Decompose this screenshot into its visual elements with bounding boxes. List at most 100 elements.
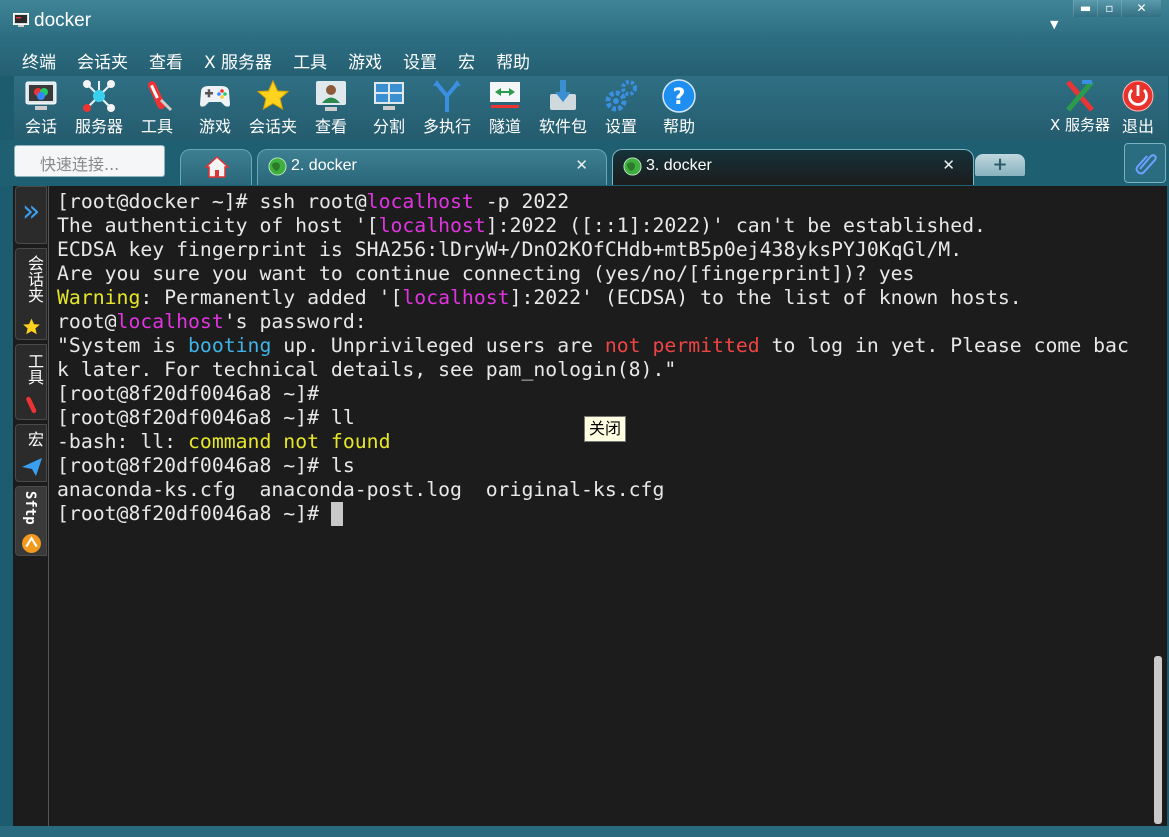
terminal-text: [root@8f20df0046a8 ~]# ll (57, 406, 355, 429)
close-window-button[interactable]: ✕ (1121, 0, 1161, 17)
toolbar-multiexec-button[interactable]: 多执行 (417, 78, 477, 140)
toolbar-tunnel-button[interactable]: 隧道 (475, 78, 535, 140)
close-tab-button[interactable]: ✕ (575, 156, 588, 174)
terminal-line: Warning: Permanently added '[localhost]:… (57, 286, 1129, 310)
sidebar-tab-sftp[interactable]: Sftp (15, 486, 47, 556)
menu-games[interactable]: 游戏 (348, 48, 382, 73)
terminal-line: The authenticity of host '[localhost]:20… (57, 214, 1129, 238)
terminal-scrollbar[interactable] (1151, 186, 1167, 826)
new-tab-button[interactable]: + (975, 154, 1025, 176)
paper-plane-icon (22, 458, 42, 476)
tab-label: 3. docker (646, 157, 712, 174)
multiexec-icon (433, 80, 461, 112)
terminal-text: Warning (57, 286, 141, 309)
gamepad-icon (200, 86, 230, 107)
terminal-text: [root@docker ~]# ssh root@ (57, 190, 367, 213)
toolbar-tools-button[interactable]: 工具 (127, 78, 187, 140)
terminal-line: [root@8f20df0046a8 ~]# (57, 382, 1129, 406)
attach-button[interactable] (1124, 143, 1166, 183)
session-icon (25, 81, 57, 110)
menu-view[interactable]: 查看 (149, 48, 183, 73)
terminal-text: localhost (378, 214, 486, 237)
app-icon (13, 13, 29, 27)
menu-terminal[interactable]: 终端 (22, 48, 56, 73)
toolbar-servers-button[interactable]: 服务器 (69, 78, 129, 140)
side-panel: » 会话夹 工具 宏 Sftp (13, 186, 49, 826)
terminal-text: -p 2022 (473, 190, 570, 213)
menu-settings[interactable]: 设置 (403, 48, 437, 73)
terminal-text: localhost (116, 310, 224, 333)
tunnel-icon (490, 82, 520, 108)
terminal-line: ECDSA key fingerprint is SHA256:lDryW+/D… (57, 238, 1129, 262)
quick-connect-input[interactable]: 快速连接... (14, 145, 165, 177)
menu-tools[interactable]: 工具 (293, 48, 327, 73)
toolbar-exit-button[interactable]: 退出 (1108, 78, 1168, 140)
tab-home[interactable] (180, 149, 252, 185)
terminal-text: root@ (57, 310, 117, 333)
terminal-text: up. Unprivileged users are (271, 334, 605, 357)
terminal-line: k later. For technical details, see pam_… (57, 358, 1129, 382)
terminal-text: to log in yet. Please come bac (759, 334, 1129, 357)
split-icon (374, 82, 404, 110)
terminal-line: "System is booting up. Unprivileged user… (57, 334, 1129, 358)
terminal-line: Are you sure you want to continue connec… (57, 262, 1129, 286)
toolbar-settings-button[interactable]: 设置 (591, 78, 651, 140)
help-icon: ? (662, 79, 696, 113)
terminal-line: root@localhost's password: (57, 310, 1129, 334)
terminal-text: Are you sure you want to continue connec… (57, 262, 915, 285)
double-chevron-right-icon: » (22, 194, 41, 229)
scrollbar-thumb[interactable] (1154, 656, 1162, 824)
toolbar-session-button[interactable]: 会话 (11, 78, 71, 140)
toolbar-packages-button[interactable]: 软件包 (533, 78, 593, 140)
menu-bar: 终端 会话夹 查看 X 服务器 工具 游戏 设置 宏 帮助 (0, 44, 1169, 76)
tools-icon (26, 396, 37, 414)
close-tab-button[interactable]: ✕ (942, 156, 955, 174)
toolbar-games-button[interactable]: 游戏 (185, 78, 245, 140)
globe-icon (623, 157, 642, 176)
power-icon (1122, 80, 1154, 112)
sidebar-tab-tools[interactable]: 工具 (15, 344, 47, 420)
terminal-text: -bash: ll: (57, 430, 189, 453)
terminal-text: [root@8f20df0046a8 ~]# ls (57, 454, 355, 477)
toolbar-sessions-folder-button[interactable]: 会话夹 (243, 78, 303, 140)
minimize-button[interactable]: ▬ (1073, 0, 1097, 17)
window-bottom-border (0, 826, 1169, 837)
view-icon (316, 81, 346, 111)
star-icon (23, 318, 40, 335)
terminal-text: localhost (366, 190, 474, 213)
toolbar-view-button[interactable]: 查看 (301, 78, 361, 140)
home-icon (205, 156, 229, 178)
tools-icon (147, 81, 173, 112)
menu-sessions[interactable]: 会话夹 (77, 48, 128, 73)
terminal-text: [root@8f20df0046a8 ~]# (57, 382, 320, 405)
chevron-down-icon[interactable]: ▼ (1050, 18, 1058, 31)
menu-macros[interactable]: 宏 (458, 48, 475, 73)
gears-icon (605, 80, 637, 112)
terminal-line: anaconda-ks.cfg anaconda-post.log origin… (57, 478, 1129, 502)
maximize-button[interactable]: ▫ (1097, 0, 1121, 17)
toolbar-help-button[interactable]: ? 帮助 (649, 78, 709, 140)
window-title: docker (34, 10, 92, 31)
terminal-line: [root@8f20df0046a8 ~]# ls (57, 454, 1129, 478)
terminal-text: ]:2022' (ECDSA) to the list of known hos… (509, 286, 1022, 309)
star-icon (256, 79, 290, 111)
title-bar: docker ▼ ▬ ▫ ✕ (0, 0, 1169, 44)
sidebar-tab-macros[interactable]: 宏 (15, 424, 47, 482)
menu-xserver[interactable]: X 服务器 (204, 48, 272, 73)
sidebar-collapse-button[interactable]: » (15, 186, 47, 244)
sftp-icon (22, 534, 41, 553)
sidebar-tab-sessions[interactable]: 会话夹 (15, 248, 47, 340)
packages-icon (550, 80, 576, 110)
tab-session-2[interactable]: 2. docker ✕ (257, 149, 607, 185)
terminal-text: localhost (402, 286, 510, 309)
xserver-icon (1066, 80, 1094, 112)
tab-label: 2. docker (291, 157, 357, 174)
terminal-output: [root@docker ~]# ssh root@localhost -p 2… (57, 190, 1129, 526)
servers-icon (83, 80, 115, 112)
tab-strip: 快速连接... 2. docker ✕ 3. docker ✕ + (0, 140, 1169, 186)
toolbar-xserver-button[interactable]: X 服务器 (1050, 78, 1110, 140)
menu-help[interactable]: 帮助 (496, 48, 530, 73)
toolbar-split-button[interactable]: 分割 (359, 78, 419, 140)
terminal-pane[interactable]: [root@docker ~]# ssh root@localhost -p 2… (49, 186, 1151, 826)
tab-session-3-active[interactable]: 3. docker ✕ (612, 149, 974, 185)
